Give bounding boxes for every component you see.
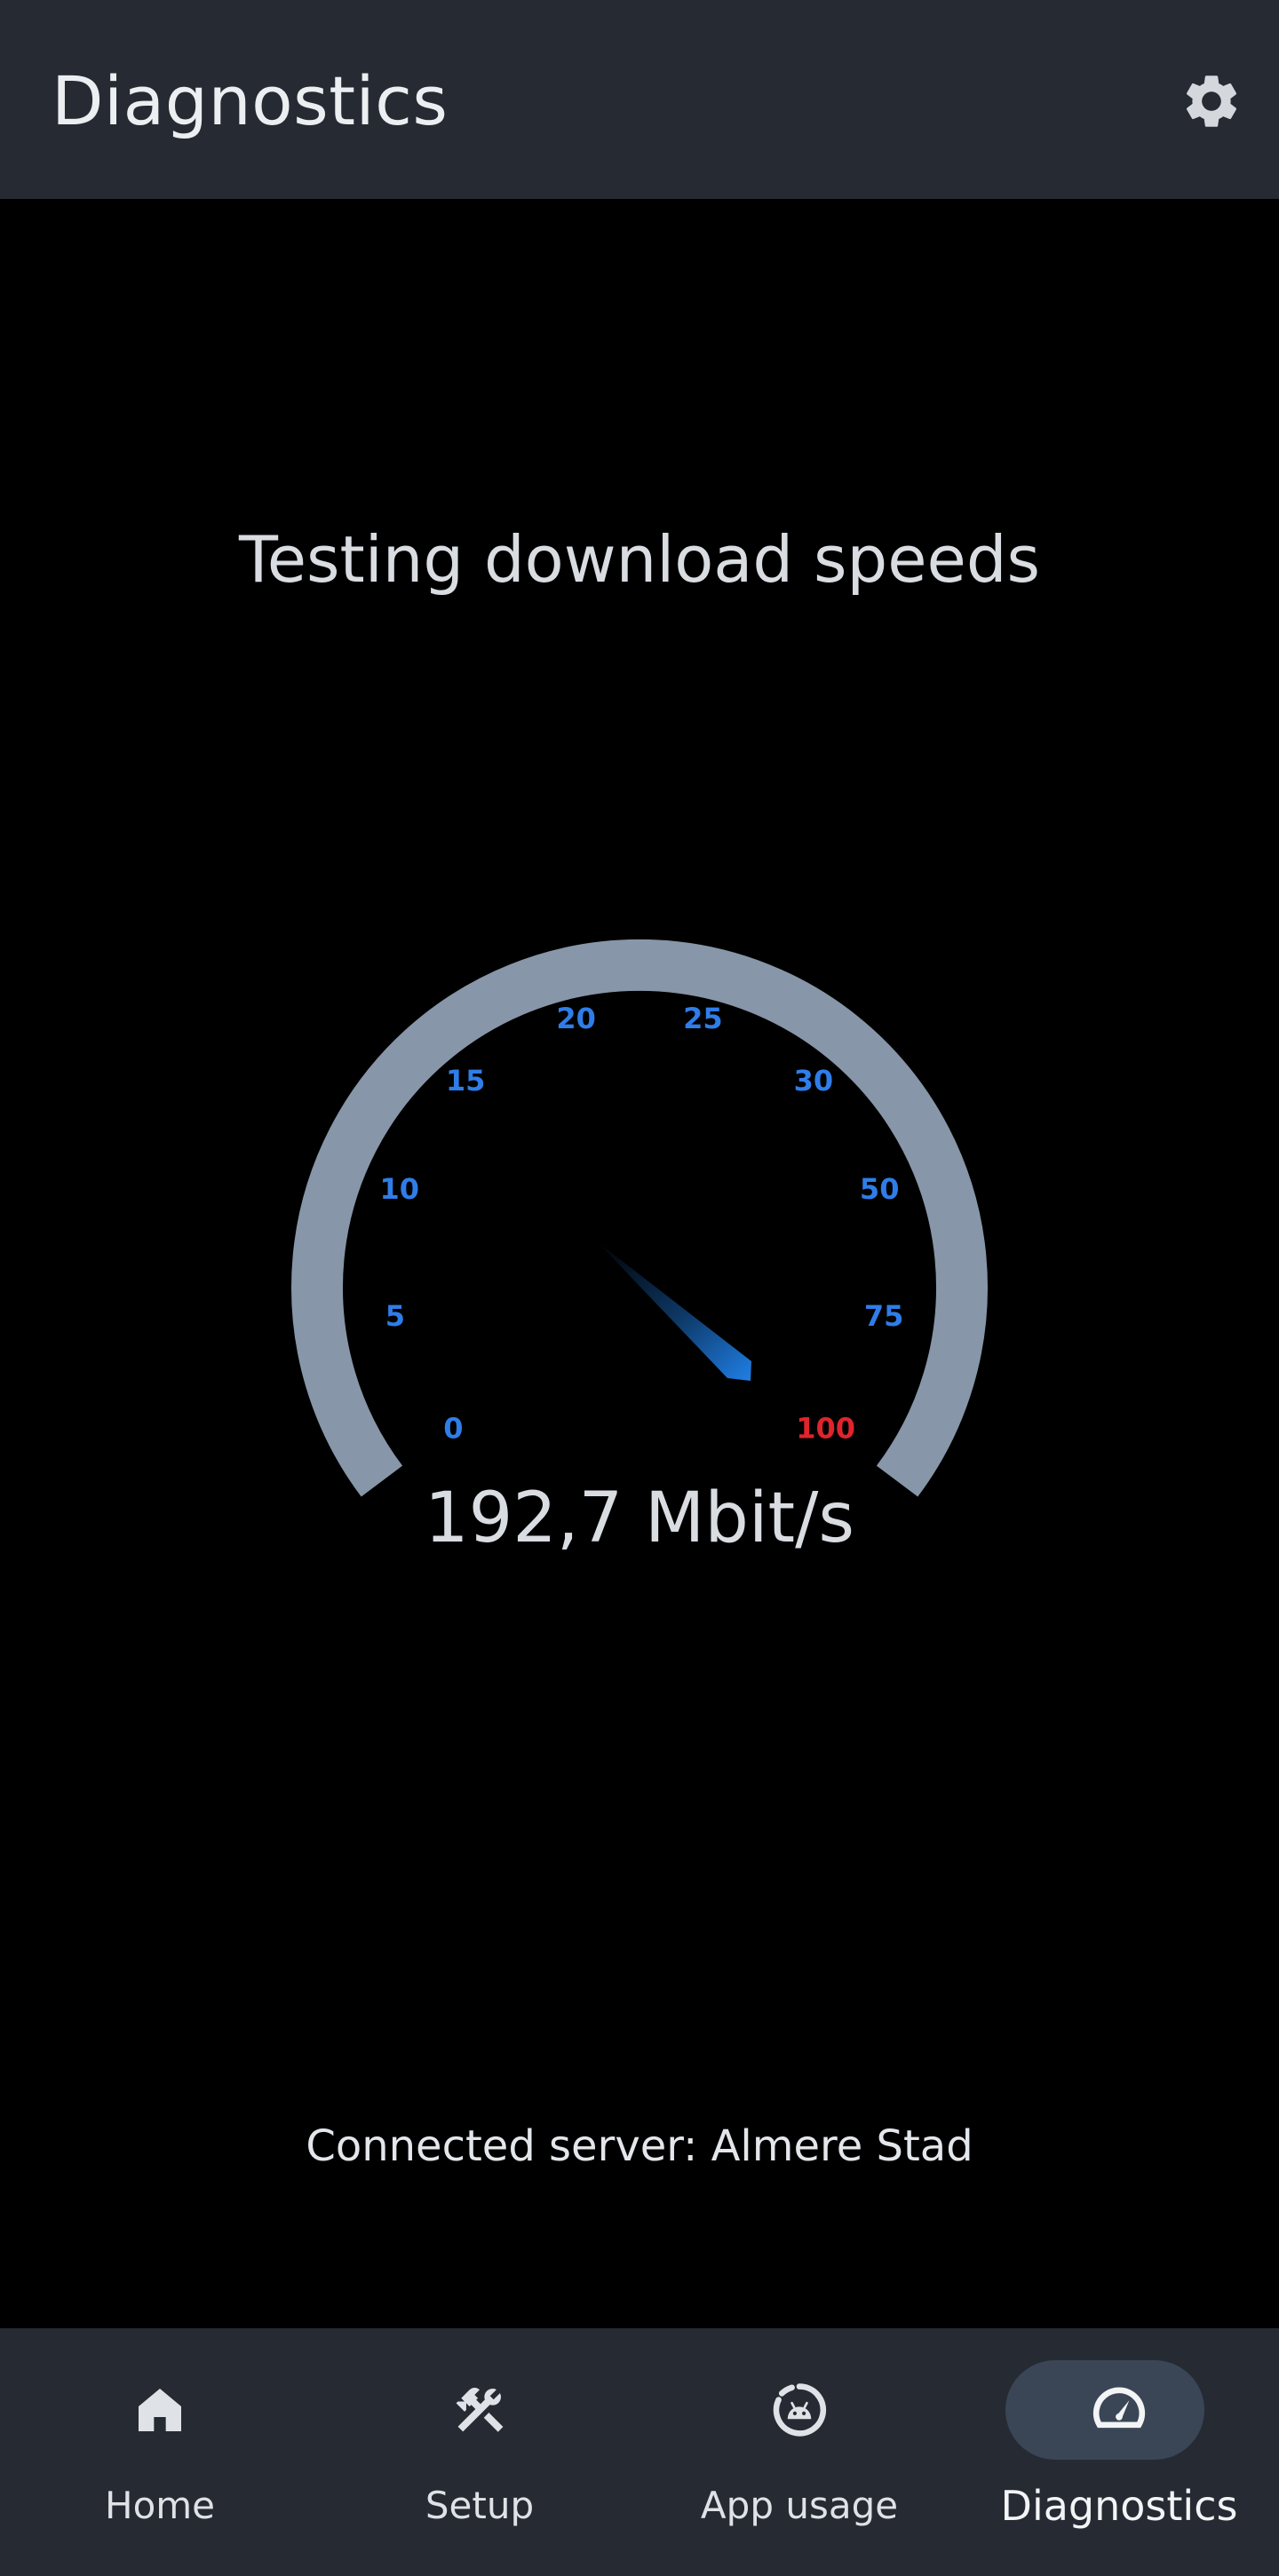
gauge-tick-label: 25	[683, 1002, 723, 1035]
nav-label-diagnostics: Diagnostics	[1000, 2482, 1238, 2530]
gauge-tick-label: 100	[796, 1412, 855, 1446]
gear-icon	[1186, 75, 1237, 127]
nav-item-diagnostics[interactable]: Diagnostics	[959, 2328, 1279, 2576]
nav-item-app-usage[interactable]: App usage	[640, 2328, 959, 2576]
gauge-tick-label: 50	[860, 1172, 900, 1206]
nav-label-home: Home	[104, 2484, 216, 2527]
gauge-tick-label: 10	[380, 1172, 420, 1206]
nav-item-setup[interactable]: Setup	[320, 2328, 640, 2576]
gauge-arc	[291, 939, 988, 1497]
diagnostics-screen: Diagnostics Testing download speeds 0 5 10…	[0, 0, 1279, 2576]
test-status-heading: Testing download speeds	[238, 522, 1041, 597]
page-title: Diagnostics	[52, 61, 449, 140]
top-app-bar: Diagnostics	[0, 0, 1279, 199]
gauge-tick-label: 20	[556, 1002, 596, 1035]
gauge-tick-label: 75	[864, 1299, 904, 1333]
gauge-tick-labels: 0 5 10 15 20 25 30 50 75 100	[380, 1002, 904, 1446]
speedometer-icon	[1092, 2387, 1146, 2429]
gauge-tick-label: 30	[794, 1064, 834, 1098]
nav-item-home[interactable]: Home	[0, 2328, 320, 2576]
bottom-navigation: Home Setup App usage Diagnostics	[0, 2328, 1279, 2576]
app-usage-icon	[773, 2383, 827, 2437]
nav-label-setup: Setup	[425, 2484, 535, 2527]
connected-server-text: Connected server: Almere Stad	[306, 2121, 973, 2171]
gauge-tick-label: 0	[443, 1412, 463, 1446]
nav-label-app-usage: App usage	[700, 2484, 899, 2527]
gauge-tick-label: 15	[446, 1064, 486, 1098]
gauge-tick-label: 5	[385, 1299, 405, 1333]
home-icon	[139, 2389, 181, 2431]
gauge-needle	[597, 1241, 751, 1381]
speed-readout: 192,7 Mbit/s	[424, 1478, 855, 1558]
tools-icon	[456, 2387, 504, 2432]
settings-button[interactable]	[1176, 66, 1247, 137]
